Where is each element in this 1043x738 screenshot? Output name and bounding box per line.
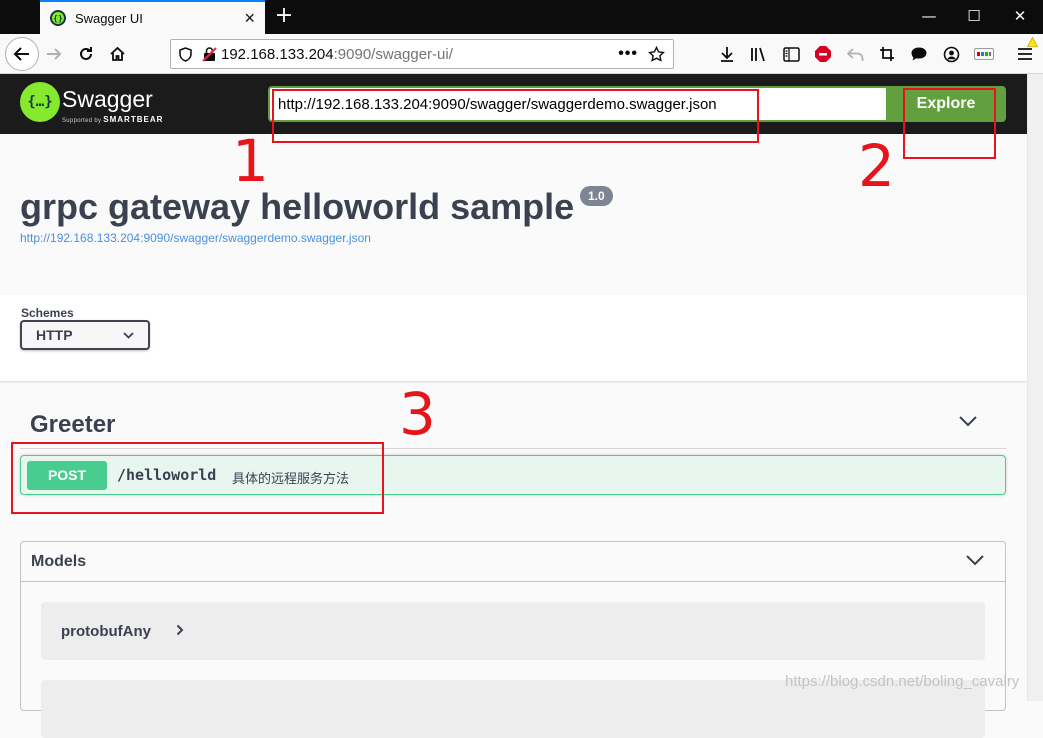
chevron-down-icon[interactable] bbox=[958, 415, 978, 427]
chevron-down-icon[interactable] bbox=[965, 554, 985, 566]
swagger-brand: Swagger bbox=[62, 86, 153, 112]
reload-icon bbox=[80, 47, 92, 60]
undo-arrow-icon bbox=[846, 47, 863, 61]
tag-title: Greeter bbox=[30, 411, 116, 438]
home-icon bbox=[109, 46, 125, 61]
downloads-button[interactable] bbox=[716, 43, 738, 65]
reload-button[interactable] bbox=[72, 40, 100, 68]
browser-tab-bar: {} Swagger UI × + — ☐ ✕ bbox=[0, 0, 1043, 34]
library-icon bbox=[751, 47, 765, 62]
chevron-right-icon bbox=[176, 624, 184, 636]
model-item-protobufany[interactable]: protobufAny bbox=[41, 602, 985, 660]
minimize-icon[interactable]: — bbox=[906, 0, 952, 34]
version-badge: 1.0 bbox=[580, 186, 613, 206]
arrow-left-icon bbox=[13, 47, 29, 61]
page-actions-icon[interactable]: ••• bbox=[618, 45, 638, 63]
tab-title: Swagger UI bbox=[75, 10, 143, 26]
annotation-box-1 bbox=[272, 89, 759, 143]
scheme-selected-value: HTTP bbox=[36, 327, 73, 343]
scheme-select[interactable]: HTTP bbox=[20, 320, 150, 350]
maximize-icon[interactable]: ☐ bbox=[951, 0, 997, 34]
menu-button[interactable] bbox=[1014, 37, 1038, 65]
forward-button[interactable] bbox=[40, 40, 68, 68]
user-account-icon bbox=[943, 46, 959, 62]
undo-extension-button[interactable] bbox=[844, 43, 866, 65]
swagger-favicon-icon: {} bbox=[50, 10, 66, 26]
bookmark-star-icon[interactable] bbox=[648, 45, 665, 63]
address-bar[interactable]: 192.168.133.204:9090/swagger-ui/ ••• bbox=[170, 39, 674, 69]
back-button[interactable] bbox=[5, 37, 39, 71]
window-close-icon[interactable]: ✕ bbox=[997, 0, 1043, 34]
library-button[interactable] bbox=[748, 43, 770, 65]
arrow-right-icon bbox=[47, 48, 62, 60]
browser-tab-swagger-ui[interactable]: {} Swagger UI × bbox=[40, 0, 265, 34]
supported-by-text: Supported by SMARTBEAR bbox=[62, 115, 164, 124]
screenshot-button[interactable] bbox=[876, 43, 898, 65]
sidebar-icon bbox=[782, 46, 800, 62]
cctv-logo-icon bbox=[974, 48, 994, 60]
annotation-number-1: 1 bbox=[232, 127, 269, 195]
chevron-down-icon bbox=[123, 331, 134, 339]
schemes-label: Schemes bbox=[21, 306, 74, 320]
models-header[interactable]: Models bbox=[21, 542, 1005, 582]
page-scrollbar[interactable] bbox=[1027, 74, 1043, 701]
download-icon bbox=[721, 47, 733, 62]
close-tab-icon[interactable]: × bbox=[244, 9, 255, 27]
page-title: grpc gateway helloworld sample bbox=[20, 186, 575, 227]
cctv-extension-button[interactable] bbox=[972, 43, 996, 65]
annotation-number-2: 2 bbox=[858, 132, 895, 200]
home-button[interactable] bbox=[103, 40, 131, 68]
url-text: 192.168.133.204:9090/swagger-ui/ bbox=[221, 45, 453, 63]
annotation-number-3: 3 bbox=[399, 380, 436, 448]
annotation-box-3 bbox=[11, 442, 384, 514]
schemes-section: Schemes HTTP bbox=[0, 295, 1027, 381]
models-title: Models bbox=[31, 553, 87, 570]
chat-extension-button[interactable] bbox=[908, 43, 930, 65]
shield-icon bbox=[179, 46, 192, 62]
sidebar-button[interactable] bbox=[780, 43, 802, 65]
warning-badge-icon bbox=[1027, 37, 1038, 47]
spec-url-link[interactable]: http://192.168.133.204:9090/swagger/swag… bbox=[20, 231, 371, 245]
chat-bubble-icon bbox=[911, 47, 927, 61]
swagger-logo-icon: {…} bbox=[20, 82, 60, 122]
hamburger-menu-icon bbox=[1018, 48, 1032, 60]
annotation-box-2 bbox=[903, 88, 996, 159]
watermark: https://blog.csdn.net/boling_cavalry bbox=[785, 673, 1020, 690]
browser-nav-bar: 192.168.133.204:9090/swagger-ui/ ••• bbox=[0, 34, 1043, 74]
model-name: protobufAny bbox=[61, 623, 151, 640]
adblock-extension-button[interactable] bbox=[812, 43, 834, 65]
insecure-lock-icon bbox=[202, 46, 217, 62]
crop-icon bbox=[880, 47, 894, 61]
new-tab-icon[interactable]: + bbox=[272, 4, 296, 28]
stop-sign-icon bbox=[815, 46, 831, 62]
account-button[interactable] bbox=[940, 43, 962, 65]
